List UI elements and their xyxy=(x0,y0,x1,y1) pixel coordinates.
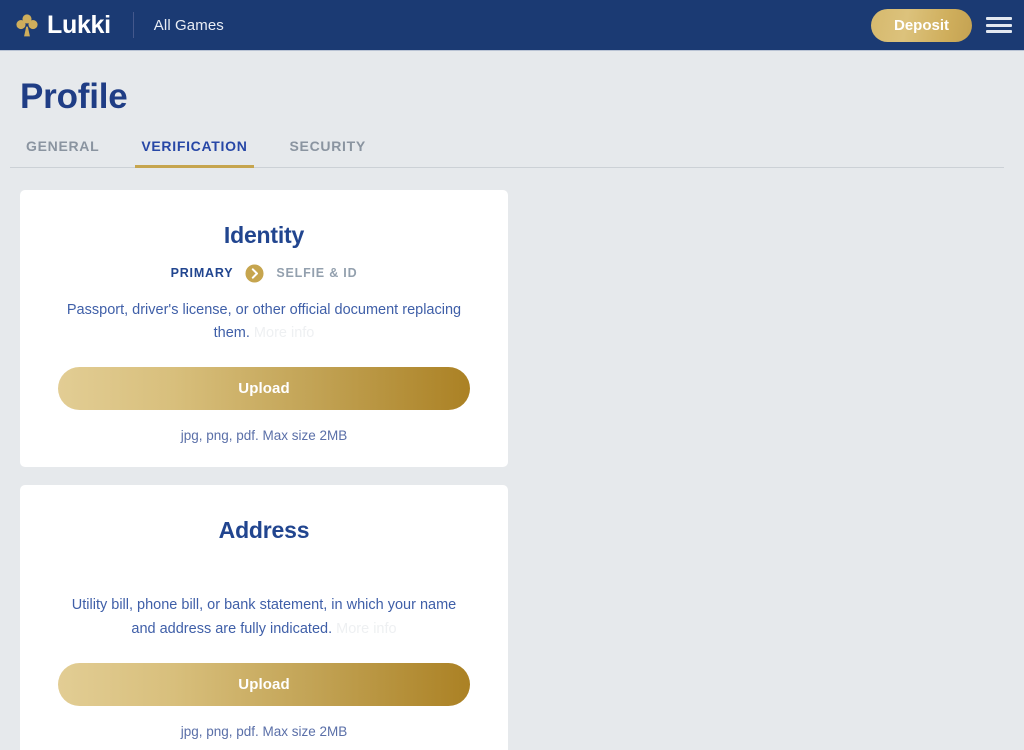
tab-general[interactable]: GENERAL xyxy=(20,137,105,167)
hamburger-menu-icon[interactable] xyxy=(986,15,1012,35)
card-description: Utility bill, phone bill, or bank statem… xyxy=(58,594,470,640)
page-body: Profile GENERAL VERIFICATION SECURITY Id… xyxy=(0,50,1024,750)
file-requirements: jpg, png, pdf. Max size 2MB xyxy=(180,723,348,739)
tab-verification[interactable]: VERIFICATION xyxy=(135,137,254,168)
deposit-button[interactable]: Deposit xyxy=(870,8,972,42)
clover-icon xyxy=(16,14,38,37)
card-description-text: Utility bill, phone bill, or bank statem… xyxy=(71,597,457,637)
header-actions: Deposit xyxy=(870,8,1012,42)
hamburger-bar xyxy=(986,30,1012,33)
card-title: Address xyxy=(218,517,310,544)
verification-card-grid: Identity PRIMARY SELFIE & ID Passport, d… xyxy=(10,168,1014,750)
upload-button[interactable]: Upload xyxy=(58,662,470,706)
card-description: Passport, driver's license, or other off… xyxy=(58,299,470,345)
hamburger-bar xyxy=(986,17,1012,20)
verification-card-identity: Identity PRIMARY SELFIE & ID Passport, d… xyxy=(20,190,508,468)
page-title: Profile xyxy=(20,77,128,116)
nav-all-games[interactable]: All Games xyxy=(154,17,224,34)
header-divider xyxy=(132,12,134,38)
tab-security[interactable]: SECURITY xyxy=(284,137,372,167)
card-step-row xyxy=(58,555,470,581)
brand-name: Lukki xyxy=(47,10,111,39)
brand-logo[interactable]: Lukki xyxy=(14,12,111,38)
site-header: Lukki All Games Deposit xyxy=(0,0,1024,51)
chevron-right-circle-icon xyxy=(245,263,264,283)
hamburger-bar xyxy=(986,23,1012,27)
file-requirements: jpg, png, pdf. Max size 2MB xyxy=(180,428,348,444)
verification-card-address: Address Utility bill, phone bill, or ban… xyxy=(20,485,508,750)
more-info-link[interactable]: More info xyxy=(254,325,314,341)
more-info-link[interactable]: More info xyxy=(336,621,396,637)
step-next-label: SELFIE & ID xyxy=(276,266,358,280)
upload-button[interactable]: Upload xyxy=(58,367,470,411)
step-current-label: PRIMARY xyxy=(170,266,234,280)
profile-tabs: GENERAL VERIFICATION SECURITY xyxy=(10,117,1004,168)
card-title: Identity xyxy=(223,222,305,248)
card-step-row: PRIMARY SELFIE & ID xyxy=(58,260,470,286)
